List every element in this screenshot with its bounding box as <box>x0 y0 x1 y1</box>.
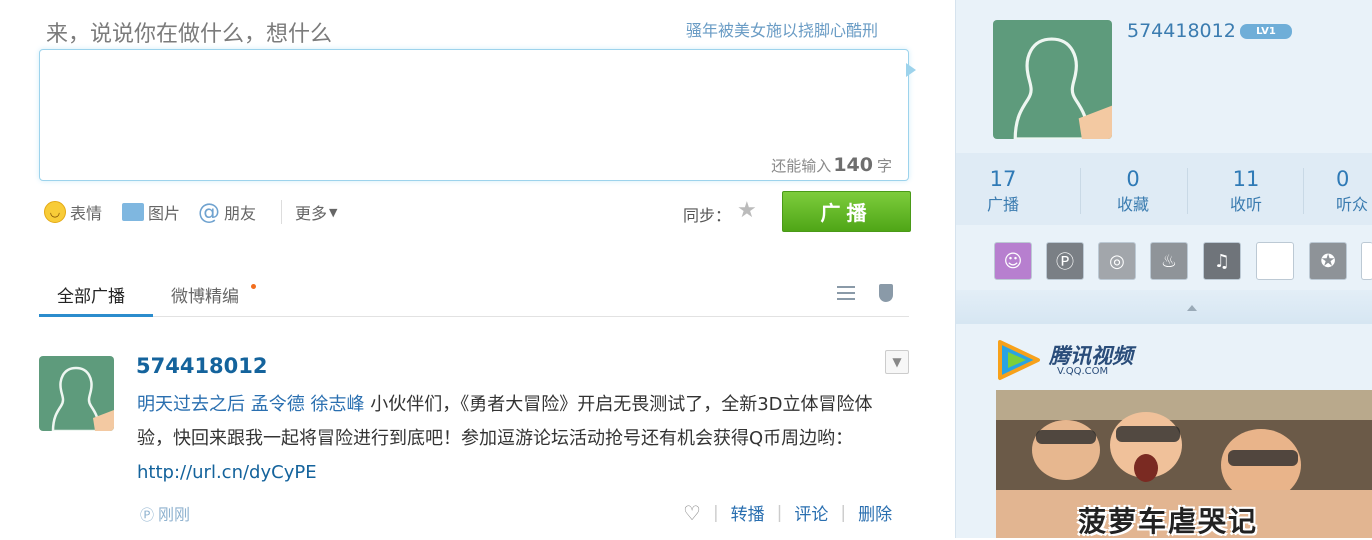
trending-topic-link[interactable]: 骚年被美女施以挠脚心酷刑 <box>686 17 878 41</box>
mention-link[interactable]: 徐志峰 <box>310 394 364 415</box>
post-text: 小伙伴们，《勇者大冒险》开启无畏测试了，全新3D立体冒险体验，快回来跟我一起将冒… <box>137 394 873 449</box>
qq-pet-icon[interactable]: ☺ <box>994 242 1032 280</box>
post-content: 明天过去之后 孟令德 徐志峰 小伙伴们，《勇者大冒险》开启无畏测试了，全新3D立… <box>137 388 907 490</box>
default-avatar-icon <box>1013 37 1112 139</box>
blank-icon[interactable] <box>1256 242 1294 280</box>
stat-following[interactable]: 11 收听 <box>1206 167 1286 215</box>
broadcast-button[interactable]: 广播 <box>782 191 911 232</box>
action-divider: | <box>776 502 783 523</box>
list-view-icon[interactable] <box>837 286 855 304</box>
video-caption: 菠萝车虐哭记 <box>1078 505 1259 538</box>
heart-icon[interactable]: ♡ <box>683 501 701 525</box>
chevron-down-icon: ▼ <box>892 355 902 369</box>
stat-label: 广播 <box>986 195 1019 214</box>
composer-tail <box>906 63 916 77</box>
post-url-link[interactable]: http://url.cn/dyCyPE <box>137 462 317 483</box>
post-time-label: 刚刚 <box>158 505 191 524</box>
smiley-icon: ◡ <box>44 201 66 223</box>
emoji-label: 表情 <box>70 204 103 223</box>
sync-star-icon[interactable]: ★ <box>737 198 757 223</box>
star-icon[interactable]: ✪ <box>1309 242 1347 280</box>
rebroadcast-button[interactable]: 转播 <box>731 500 765 525</box>
active-tab-indicator <box>39 314 153 317</box>
stat-value: 11 <box>1232 167 1260 191</box>
delete-button[interactable]: 删除 <box>858 500 892 525</box>
default-avatar-icon <box>51 366 114 431</box>
tabs-divider <box>39 316 909 317</box>
stat-broadcasts[interactable]: 17 广播 <box>963 167 1043 215</box>
farm-icon[interactable]: ♨ <box>1150 242 1188 280</box>
composer-prompt: 来，说说你在做什么，想什么 <box>46 22 333 47</box>
stat-value: 17 <box>989 167 1017 191</box>
friends-button[interactable]: @ 朋友 <box>198 199 257 225</box>
stat-label: 听众 <box>1336 195 1369 214</box>
tab-weibo-picks[interactable]: 微博精编 <box>171 282 239 307</box>
caret-down-icon: ▼ <box>329 205 338 219</box>
action-divider: | <box>840 502 847 523</box>
stat-value: 0 <box>1126 167 1140 191</box>
char-counter-prefix: 还能输入 <box>771 157 832 175</box>
comment-button[interactable]: 评论 <box>794 500 828 525</box>
skyline-strip <box>956 290 1372 324</box>
image-button[interactable]: 图片 <box>122 200 180 224</box>
level-badge: LV1 <box>1240 24 1292 39</box>
pin-icon[interactable]: Ⓟ <box>1046 242 1084 280</box>
profile-avatar[interactable] <box>993 20 1112 139</box>
tab-all-broadcasts[interactable]: 全部广播 <box>57 282 125 307</box>
stat-favorites[interactable]: 0 收藏 <box>1093 167 1173 215</box>
post-textarea[interactable]: 还能输入 140 字 <box>39 49 909 181</box>
video-domain: V.QQ.COM <box>1057 366 1109 377</box>
action-divider: | <box>712 502 719 523</box>
stat-value: 0 <box>1336 167 1350 191</box>
char-counter: 还能输入 140 字 <box>771 154 892 176</box>
char-counter-suffix: 字 <box>876 157 892 175</box>
stat-divider <box>1303 168 1304 214</box>
char-counter-value: 140 <box>833 154 873 176</box>
music-icon[interactable]: ♫ <box>1203 242 1241 280</box>
post-avatar[interactable] <box>39 356 114 431</box>
profile-username[interactable]: 574418012 <box>1127 20 1236 42</box>
caret-up-icon[interactable] <box>1187 305 1197 311</box>
more-button[interactable]: 更多 ▼ <box>295 200 337 224</box>
at-icon: @ <box>198 199 220 225</box>
post-author[interactable]: 574418012 <box>136 354 268 378</box>
main-column: 来，说说你在做什么，想什么 骚年被美女施以挠脚心酷刑 还能输入 140 字 ◡ 表情… <box>0 0 955 538</box>
post-actions: ♡ | 转播 | 评论 | 删除 <box>683 500 892 526</box>
play-icon <box>998 340 1040 380</box>
post-time[interactable]: Ⓟ 刚刚 <box>140 501 190 525</box>
stat-divider <box>1080 168 1081 214</box>
post-menu-button[interactable]: ▼ <box>885 350 909 374</box>
emoji-button[interactable]: ◡ 表情 <box>44 200 102 224</box>
mention-link[interactable]: 孟令德 <box>251 394 305 415</box>
toolbar-divider <box>281 200 282 224</box>
more-label: 更多 <box>295 204 328 223</box>
app-overflow[interactable] <box>1361 242 1372 280</box>
new-dot-badge <box>251 284 256 289</box>
shield-icon[interactable] <box>879 284 893 302</box>
mention-link[interactable]: 明天过去之后 <box>137 394 245 415</box>
camera-icon[interactable]: ◎ <box>1098 242 1136 280</box>
stat-label: 收听 <box>1229 195 1262 214</box>
stat-label: 收藏 <box>1116 195 1149 214</box>
stat-listeners[interactable]: 0 听众 <box>1311 167 1372 215</box>
image-icon <box>122 203 144 221</box>
stat-divider <box>1187 168 1188 214</box>
pin-icon: Ⓟ <box>140 508 154 524</box>
sync-label: 同步： <box>683 206 732 225</box>
friends-label: 朋友 <box>224 204 257 223</box>
image-label: 图片 <box>148 204 181 223</box>
